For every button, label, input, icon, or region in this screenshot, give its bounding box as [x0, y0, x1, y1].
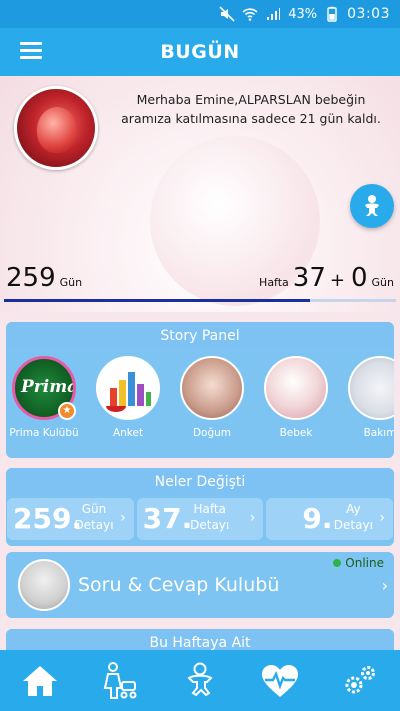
clock: 03:03: [347, 6, 390, 22]
detail-label: Hafta Detayı: [190, 502, 230, 532]
story-item-prima[interactable]: Prima ★ Prima Kulübü: [6, 352, 90, 458]
care-image: [348, 356, 394, 420]
star-badge-icon: ★: [58, 402, 76, 420]
story-item-bebek[interactable]: Bebek: [258, 352, 342, 458]
detail-row: 259. Gün Detayı › 37. Hafta Detayı › 9. …: [6, 498, 394, 542]
battery-icon: [327, 6, 337, 22]
week-value: 37: [292, 263, 326, 293]
story-panel-title: Story Panel: [6, 322, 394, 350]
days-unit: Gün: [59, 276, 83, 289]
chevron-right-icon: ›: [379, 510, 386, 526]
survey-chart-image: [96, 356, 160, 420]
story-panel: Story Panel Prima ★ Prima Kulübü Anket D…: [6, 322, 394, 458]
nav-baby[interactable]: [160, 650, 240, 711]
story-item-bakim[interactable]: Bakım: [342, 352, 394, 458]
neler-degisti-panel: Neler Değişti 259. Gün Detayı › 37. Haft…: [6, 468, 394, 546]
question-person-avatar: [18, 559, 70, 611]
soru-cevap-title: Soru & Cevap Kulubü: [78, 574, 280, 596]
days-count: 259: [6, 263, 56, 293]
birth-image: [180, 356, 244, 420]
baby-profile-button[interactable]: [350, 184, 394, 228]
story-item-anket[interactable]: Anket: [90, 352, 174, 458]
signal-icon: [267, 8, 281, 20]
welcome-message: Merhaba Emine,ALPARSLAN bebeğin aramıza …: [121, 92, 381, 126]
online-dot-icon: [333, 559, 342, 567]
battery-percent: 43%: [288, 6, 318, 22]
pregnancy-progress-fill: [4, 299, 310, 302]
week-counter: Hafta 37 + 0 Gün: [259, 263, 394, 293]
chevron-right-icon: ›: [249, 510, 256, 526]
online-status: Online: [333, 556, 384, 570]
nav-settings[interactable]: [320, 650, 400, 711]
bottom-navigation: [0, 650, 400, 711]
settings-gears-icon: [345, 665, 375, 693]
neler-degisti-title: Neler Değişti: [6, 468, 394, 496]
heartbeat-icon: [262, 664, 298, 697]
mother-stroller-icon: [103, 661, 137, 699]
detail-label: Gün Detayı: [74, 502, 114, 532]
week-days-value: 0: [350, 263, 368, 293]
gun-detay-button[interactable]: 259. Gün Detayı ›: [7, 498, 134, 540]
story-label: Prima Kulübü: [9, 427, 79, 439]
story-label: Bebek: [279, 427, 313, 439]
chevron-right-icon: ›: [120, 510, 126, 526]
pregnancy-progress-bar: [4, 299, 396, 302]
chevron-right-icon: ›: [381, 576, 388, 595]
page-title: BUGÜN: [160, 41, 240, 63]
plus-sign: +: [329, 270, 345, 291]
mute-icon: [219, 6, 235, 22]
ay-detay-button[interactable]: 9. Ay Detayı ›: [266, 498, 394, 540]
hero-section: Merhaba Emine,ALPARSLAN bebeğin aramıza …: [0, 76, 400, 312]
days-counter: 259 Gün: [6, 263, 82, 293]
story-label: Bakım: [363, 427, 394, 439]
week-days-unit: Gün: [371, 276, 394, 289]
story-item-dogum[interactable]: Doğum: [174, 352, 258, 458]
hafta-detay-button[interactable]: 37. Hafta Detayı ›: [136, 498, 264, 540]
week-label: Hafta: [259, 276, 289, 289]
nav-health[interactable]: [240, 650, 320, 711]
story-list: Prima ★ Prima Kulübü Anket Doğum Bebek B…: [6, 352, 394, 458]
detail-label: Ay Detayı: [333, 502, 373, 532]
status-bar: 43% 03:03: [0, 0, 400, 28]
baby-image: [264, 356, 328, 420]
story-label: Doğum: [192, 427, 232, 439]
app-bar: BUGÜN: [0, 28, 400, 76]
nav-home[interactable]: [0, 650, 80, 711]
nav-mother[interactable]: [80, 650, 160, 711]
wifi-icon: [242, 8, 258, 21]
baby-icon: [365, 195, 379, 216]
story-label: Anket: [112, 427, 144, 439]
fetus-avatar: [14, 86, 98, 170]
soru-cevap-card[interactable]: Soru & Cevap Kulubü Online ›: [6, 552, 394, 618]
home-icon: [23, 665, 57, 696]
hamburger-menu-icon[interactable]: [20, 42, 42, 60]
baby-icon: [187, 662, 213, 696]
